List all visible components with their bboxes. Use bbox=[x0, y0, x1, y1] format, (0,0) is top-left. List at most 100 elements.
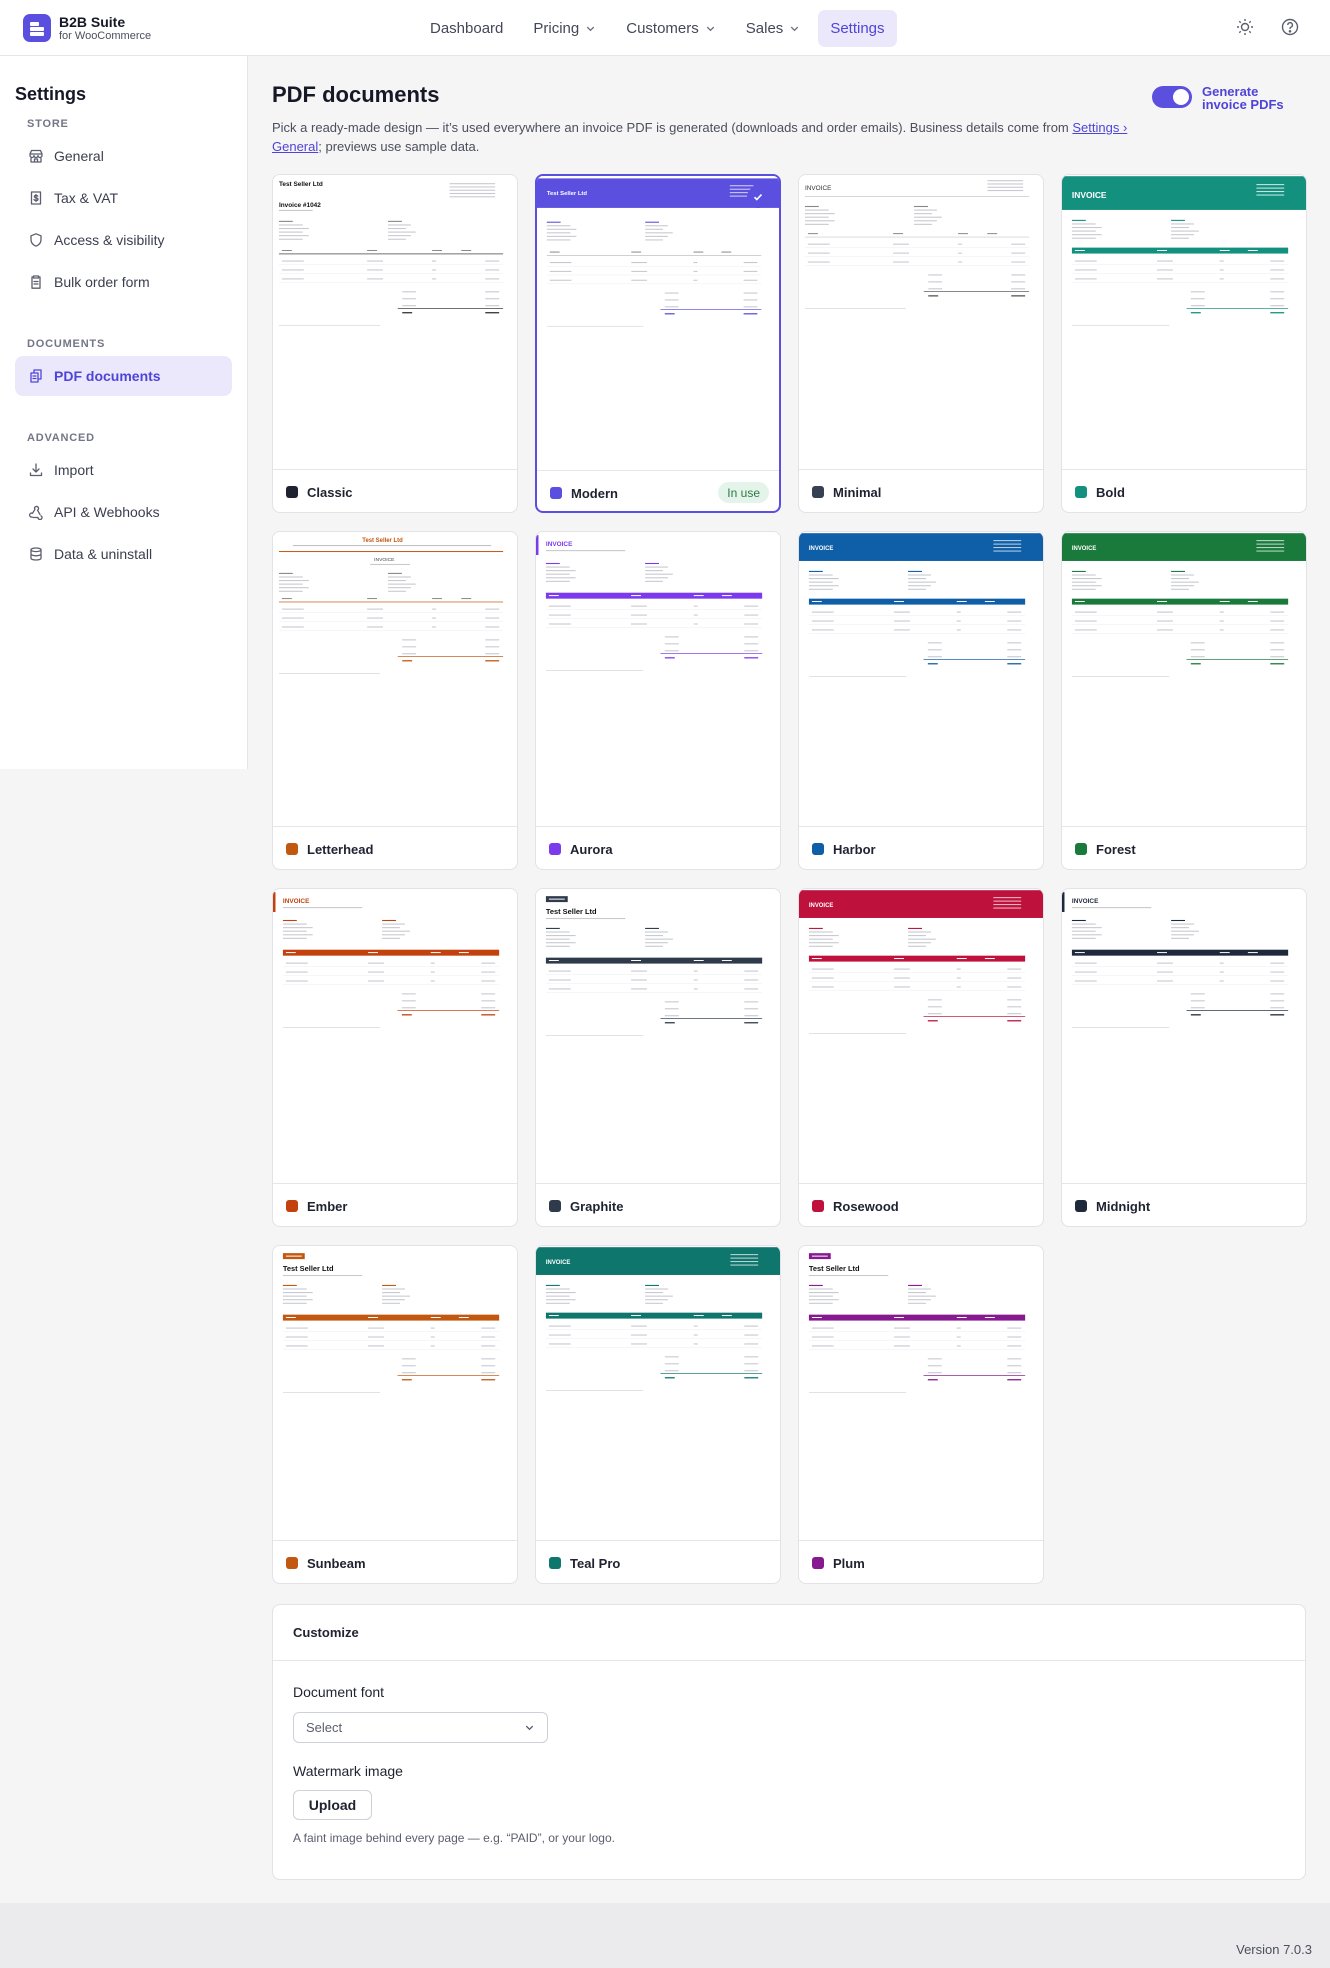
invoice-preview-image: Test Seller Ltd bbox=[545, 896, 763, 1036]
sidebar-section-store: STORE bbox=[27, 118, 69, 130]
color-swatch bbox=[549, 1200, 561, 1212]
invoice-title: INVOICE bbox=[805, 185, 832, 192]
color-swatch bbox=[1075, 486, 1087, 498]
invoice-title: INVOICE bbox=[1072, 898, 1099, 905]
invoice-title: INVOICE bbox=[809, 546, 833, 552]
template-card-modern[interactable]: Test Seller Ltd Modern In use bbox=[535, 174, 781, 513]
seller-name: Test Seller Ltd bbox=[362, 538, 403, 544]
sidebar-item-tax-vat[interactable]: Tax & VAT bbox=[15, 178, 232, 218]
template-name: Minimal bbox=[833, 484, 882, 500]
template-card-footer: Aurora bbox=[536, 826, 780, 869]
invoice-preview-image: INVOICE bbox=[273, 892, 500, 1028]
template-card-midnight[interactable]: INVOICE Midnight bbox=[1061, 888, 1307, 1227]
store-icon bbox=[29, 149, 43, 163]
brand[interactable]: B2B Suite for WooCommerce bbox=[23, 14, 151, 42]
watermark-label: Watermark image bbox=[293, 1763, 403, 1779]
template-card-footer: Letterhead bbox=[273, 826, 517, 869]
invoice-title: INVOICE bbox=[1072, 190, 1107, 200]
template-card-bold[interactable]: INVOICE Bold bbox=[1061, 174, 1307, 513]
template-preview: INVOICE bbox=[799, 532, 1043, 826]
upload-button[interactable]: Upload bbox=[293, 1790, 372, 1820]
template-card-aurora[interactable]: INVOICE Aurora bbox=[535, 531, 781, 870]
template-preview: Test Seller Ltd bbox=[273, 1246, 517, 1540]
invoice-preview-image: INVOICE bbox=[804, 180, 1030, 309]
color-swatch bbox=[549, 843, 561, 855]
sidebar-item-pdf-documents[interactable]: PDF documents bbox=[15, 356, 232, 396]
color-swatch bbox=[812, 486, 824, 498]
brand-name: B2B Suite bbox=[59, 13, 126, 30]
sidebar-title: Settings bbox=[15, 84, 87, 104]
color-swatch bbox=[1075, 843, 1087, 855]
settings-sidebar: Settings STORE General Tax & VAT Access & v… bbox=[0, 56, 248, 769]
template-card-minimal[interactable]: INVOICE Minimal bbox=[798, 174, 1044, 513]
template-preview: INVOICE bbox=[1062, 532, 1306, 826]
nav-settings[interactable]: Settings bbox=[818, 10, 897, 47]
template-card-footer: Harbor bbox=[799, 826, 1043, 869]
template-card-ember[interactable]: INVOICE Ember bbox=[272, 888, 518, 1227]
help-icon[interactable] bbox=[1280, 17, 1300, 37]
sidebar-item-label: Import bbox=[54, 462, 94, 478]
template-card-sunbeam[interactable]: Test Seller Ltd Sunbeam bbox=[272, 1245, 518, 1584]
invoice-preview-image: INVOICE bbox=[536, 535, 763, 671]
template-card-footer: Rosewood bbox=[799, 1183, 1043, 1226]
seller-name: Test Seller Ltd bbox=[283, 1264, 334, 1273]
template-preview: Test Seller Ltd Invoice #1042 bbox=[273, 175, 517, 469]
template-preview: Test Seller Ltd INVOICE bbox=[273, 532, 517, 826]
template-card-harbor[interactable]: INVOICE Harbor bbox=[798, 531, 1044, 870]
sidebar-item-data-uninstall[interactable]: Data & uninstall bbox=[15, 534, 232, 574]
seller-name: Test Seller Ltd bbox=[547, 191, 588, 197]
customize-heading: Customize bbox=[273, 1605, 1305, 1661]
sidebar-item-bulk-order-form[interactable]: Bulk order form bbox=[15, 262, 232, 302]
template-card-graphite[interactable]: Test Seller Ltd Graphite bbox=[535, 888, 781, 1227]
sun-icon[interactable] bbox=[1235, 17, 1255, 37]
template-preview: INVOICE bbox=[799, 889, 1043, 1183]
template-card-letterhead[interactable]: Test Seller Ltd INVOICE Letterhead bbox=[272, 531, 518, 870]
nav-sales[interactable]: Sales bbox=[734, 10, 813, 47]
webhook-icon bbox=[28, 505, 43, 520]
document-font-select[interactable]: Select bbox=[293, 1712, 548, 1743]
download-icon bbox=[29, 463, 43, 477]
generate-pdfs-toggle[interactable] bbox=[1152, 86, 1192, 108]
template-card-forest[interactable]: INVOICE Forest bbox=[1061, 531, 1307, 870]
color-swatch bbox=[812, 843, 824, 855]
chevron-down-icon bbox=[706, 26, 714, 32]
template-card-rosewood[interactable]: INVOICE Rosewood bbox=[798, 888, 1044, 1227]
sidebar-item-label: Tax & VAT bbox=[54, 190, 119, 206]
invoice-preview-image: Test Seller Ltd Invoice #1042 bbox=[278, 181, 504, 326]
sidebar-item-import[interactable]: Import bbox=[15, 450, 232, 490]
sidebar-item-general[interactable]: General bbox=[15, 136, 232, 176]
nav-label: Pricing bbox=[533, 20, 580, 37]
page-description: Pick a ready-made design — it’s used eve… bbox=[272, 118, 1132, 156]
seller-name: Test Seller Ltd bbox=[279, 181, 323, 188]
chevron-down-icon bbox=[587, 26, 595, 32]
check-icon bbox=[747, 186, 769, 208]
template-name: Aurora bbox=[570, 841, 613, 857]
template-preview: Test Seller Ltd bbox=[536, 889, 780, 1183]
template-card-footer: Classic bbox=[273, 469, 517, 512]
sidebar-item-label: General bbox=[54, 148, 104, 164]
nav-label: Customers bbox=[626, 20, 699, 37]
sidebar-item-api-webhooks[interactable]: API & Webhooks bbox=[15, 492, 232, 532]
nav-pricing[interactable]: Pricing bbox=[521, 10, 608, 47]
sidebar-section-documents: DOCUMENTS bbox=[27, 338, 106, 350]
template-card-teal-pro[interactable]: INVOICE Teal Pro bbox=[535, 1245, 781, 1584]
page-description-tail: ; previews use sample data. bbox=[318, 139, 480, 154]
template-name: Ember bbox=[307, 1198, 348, 1214]
template-card-footer: Forest bbox=[1062, 826, 1306, 869]
nav-dashboard[interactable]: Dashboard bbox=[418, 10, 515, 47]
sidebar-item-access-visibility[interactable]: Access & visibility bbox=[15, 220, 232, 260]
template-card-classic[interactable]: Test Seller Ltd Invoice #1042 Classic bbox=[272, 174, 518, 513]
color-swatch bbox=[286, 843, 298, 855]
template-preview: INVOICE bbox=[273, 889, 517, 1183]
nav-customers[interactable]: Customers bbox=[614, 10, 728, 47]
template-card-footer: Ember bbox=[273, 1183, 517, 1226]
invoice-preview-image: INVOICE bbox=[1062, 892, 1289, 1028]
generate-pdfs-label[interactable]: Generate invoice PDFs bbox=[1202, 85, 1297, 111]
template-card-plum[interactable]: Test Seller Ltd Plum bbox=[798, 1245, 1044, 1584]
watermark-hint: A faint image behind every page — e.g. “… bbox=[293, 1831, 615, 1845]
template-name: Modern bbox=[571, 485, 618, 501]
footer: Version 7.0.3 bbox=[0, 1903, 1330, 1968]
invoice-preview-image: Test Seller Ltd bbox=[537, 178, 779, 327]
template-preview: INVOICE bbox=[1062, 889, 1306, 1183]
template-name: Forest bbox=[1096, 841, 1136, 857]
